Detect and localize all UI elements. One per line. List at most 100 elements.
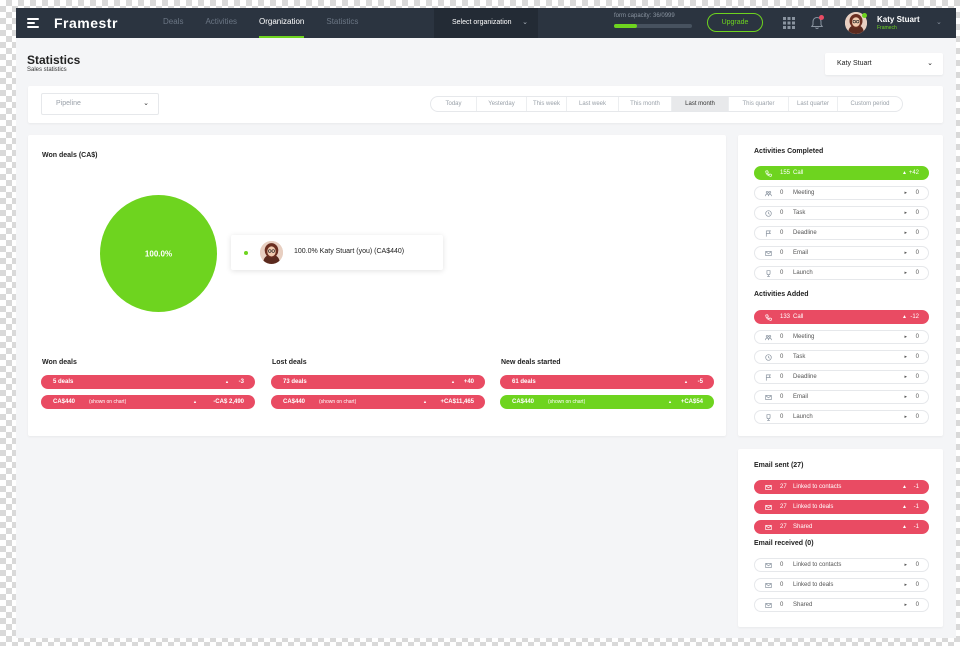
email-card: Email sent (27) 27 Linked to contacts ▲ -1 27… <box>738 449 943 627</box>
apps-grid-icon[interactable] <box>783 17 795 29</box>
meeting-icon <box>765 334 772 341</box>
activity-count: 27 <box>780 504 787 510</box>
stat-pill-delta: -CA$ 2,490 <box>213 399 244 405</box>
period-option[interactable]: This quarter <box>729 97 789 111</box>
chevron-right-icon: ▸ <box>904 334 907 340</box>
activity-label: Task <box>793 210 806 216</box>
activity-row[interactable]: 0 Deadline ▸ 0 <box>754 370 929 384</box>
clock-icon <box>765 210 772 217</box>
activity-row[interactable]: 0 Task ▸ 0 <box>754 206 929 220</box>
section-title: Email sent (27) <box>754 462 804 469</box>
stat-pill-delta: +CA$11,465 <box>440 399 474 405</box>
trend-arrow-icon: ▲ <box>193 399 197 404</box>
chevron-down-icon: ⌄ <box>522 19 528 26</box>
stat-pill[interactable]: CA$440 (shown on chart) ▲ -CA$ 2,490 <box>41 395 255 409</box>
stat-pill[interactable]: 61 deals ▲ -5 <box>500 375 714 389</box>
activity-label: Launch <box>793 270 813 276</box>
activity-row[interactable]: 0 Shared ▸ 0 <box>754 598 929 612</box>
activity-row[interactable]: 27 Linked to deals ▲ -1 <box>754 500 929 514</box>
activity-label: Email <box>793 394 809 400</box>
nav-statistics[interactable]: Statistics <box>326 8 358 38</box>
activity-row[interactable]: 0 Launch ▸ 0 <box>754 410 929 424</box>
user-filter-value: Katy Stuart <box>837 60 872 67</box>
period-option[interactable]: Last month <box>672 97 729 111</box>
nav-activities[interactable]: Activities <box>205 8 237 38</box>
chevron-right-icon: ▸ <box>904 394 907 400</box>
activity-label: Launch <box>793 414 813 420</box>
chevron-right-icon: ▸ <box>904 582 907 588</box>
activity-count: 0 <box>780 562 784 568</box>
activity-count: 27 <box>780 484 787 490</box>
stat-pill[interactable]: CA$440 (shown on chart) ▲ +CA$54 <box>500 395 714 409</box>
menu-icon[interactable] <box>27 18 39 28</box>
legend-entry: 100.0% Katy Stuart (you) (CA$440) <box>294 248 405 255</box>
activity-row[interactable]: 0 Linked to contacts ▸ 0 <box>754 558 929 572</box>
activity-row[interactable]: 0 Meeting ▸ 0 <box>754 186 929 200</box>
stat-column: New deals started 61 deals ▲ -5 CA$440 (shown… <box>500 359 714 409</box>
stat-pill[interactable]: CA$440 (shown on chart) ▲ +CA$11,465 <box>271 395 485 409</box>
stat-column: Won deals 5 deals ▲ -3 CA$440 (shown on chart… <box>41 359 255 409</box>
trend-arrow-icon: ▲ <box>451 379 455 384</box>
upgrade-button[interactable]: Upgrade <box>707 13 763 32</box>
activity-delta: 0 <box>915 602 919 608</box>
period-option[interactable]: This month <box>619 97 672 111</box>
nav-deals[interactable]: Deals <box>163 8 183 38</box>
user-filter-dropdown[interactable]: Katy Stuart ⌄ <box>825 53 943 75</box>
activity-row[interactable]: 0 Launch ▸ 0 <box>754 266 929 280</box>
activity-label: Call <box>793 314 804 320</box>
period-option[interactable]: Custom period <box>838 97 902 111</box>
trend-arrow-icon: ▲ <box>902 314 907 320</box>
period-option[interactable]: This week <box>527 97 567 111</box>
chart-title: Won deals (CA$) <box>42 152 98 159</box>
activity-row[interactable]: 27 Linked to contacts ▲ -1 <box>754 480 929 494</box>
activity-row[interactable]: 0 Meeting ▸ 0 <box>754 330 929 344</box>
activity-row[interactable]: 0 Deadline ▸ 0 <box>754 226 929 240</box>
activity-row[interactable]: 27 Shared ▲ -1 <box>754 520 929 534</box>
cup-icon <box>766 270 771 277</box>
organization-select[interactable]: Select organization ⌄ <box>434 8 538 38</box>
flag-icon <box>765 374 771 381</box>
mail-icon <box>765 251 772 256</box>
stat-pill-value: CA$440 <box>512 399 535 405</box>
user-name[interactable]: Katy Stuart <box>877 15 920 24</box>
trend-arrow-icon: ▲ <box>423 399 427 404</box>
period-option[interactable]: Yesterday <box>477 97 527 111</box>
activity-row[interactable]: 0 Task ▸ 0 <box>754 350 929 364</box>
activity-row[interactable]: 155 Call ▲ +42 <box>754 166 929 180</box>
activity-delta: 0 <box>915 250 919 256</box>
activity-label: Linked to contacts <box>793 562 842 568</box>
activity-delta: 0 <box>915 270 919 276</box>
trend-arrow-icon: ▲ <box>902 170 907 176</box>
pie-slice-label: 100.0% <box>145 250 172 259</box>
nav-organization[interactable]: Organization <box>259 8 305 38</box>
stat-pill-delta: -5 <box>697 379 703 385</box>
period-option[interactable]: Today <box>431 97 477 111</box>
mail-icon <box>765 505 772 510</box>
won-deals-panel: Won deals (CA$) 100.0% 100.0% Katy Stuar… <box>28 135 726 436</box>
activity-delta: 0 <box>915 414 919 420</box>
period-option[interactable]: Last quarter <box>789 97 838 111</box>
user-company: Framech <box>877 25 897 31</box>
activity-label: Meeting <box>793 190 815 196</box>
chevron-right-icon: ▸ <box>904 602 907 608</box>
period-selector: Today Yesterday This week Last week This mon… <box>430 96 903 112</box>
stat-pill[interactable]: 5 deals ▲ -3 <box>41 375 255 389</box>
activity-row[interactable]: 0 Linked to deals ▸ 0 <box>754 578 929 592</box>
activity-count: 0 <box>780 374 784 380</box>
legend-color-dot <box>244 251 248 255</box>
stat-column-title: Won deals <box>42 359 77 366</box>
pipeline-select[interactable]: Pipeline ⌄ <box>41 93 159 115</box>
activity-delta: 0 <box>915 582 919 588</box>
activity-row[interactable]: 133 Call ▲ -12 <box>754 310 929 324</box>
top-navbar: Framestr Deals Activities Organization S… <box>16 8 956 38</box>
activity-delta: 0 <box>915 334 919 340</box>
stat-pill-value: CA$440 <box>283 399 306 405</box>
stat-pill[interactable]: 73 deals ▲ +40 <box>271 375 485 389</box>
period-option[interactable]: Last week <box>567 97 619 111</box>
stat-pill-note: (shown on chart) <box>548 399 586 405</box>
organization-select-label: Select organization <box>452 19 512 26</box>
chevron-down-icon[interactable]: ⌄ <box>936 18 942 26</box>
app-logo[interactable]: Framestr <box>54 15 118 31</box>
activity-row[interactable]: 0 Email ▸ 0 <box>754 390 929 404</box>
activity-row[interactable]: 0 Email ▸ 0 <box>754 246 929 260</box>
